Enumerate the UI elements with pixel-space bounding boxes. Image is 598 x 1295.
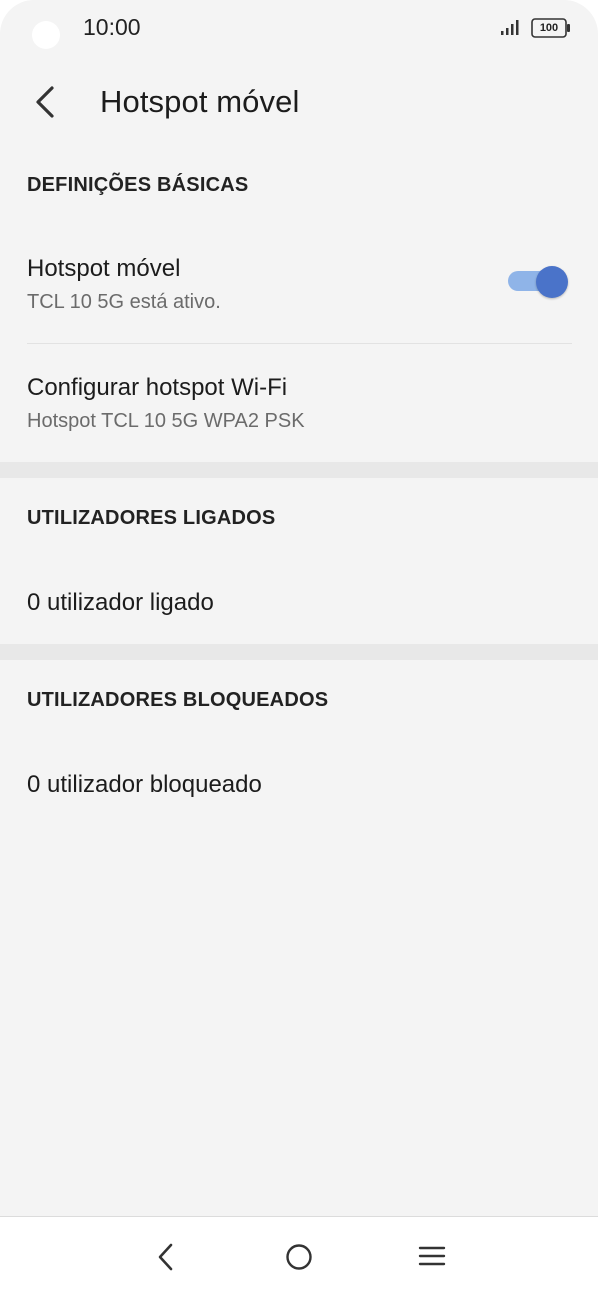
menu-lines-icon	[418, 1246, 446, 1266]
configure-hotspot-subtitle: Hotspot TCL 10 5G WPA2 PSK	[27, 410, 305, 432]
section-separator	[0, 462, 598, 478]
connected-users-item[interactable]: 0 utilizador ligado	[27, 589, 214, 617]
section-header-connected: UTILIZADORES LIGADOS	[27, 507, 276, 529]
camera-cutout	[32, 21, 60, 49]
screen: 10:00 100 Hotspot móvel DEFINIÇÕES BÁSIC…	[0, 0, 598, 1295]
section-header-basic: DEFINIÇÕES BÁSICAS	[27, 174, 249, 196]
home-circle-icon	[286, 1244, 312, 1270]
back-button[interactable]	[24, 80, 68, 124]
back-triangle-icon	[158, 1243, 173, 1271]
divider	[27, 343, 572, 344]
section-header-blocked: UTILIZADORES BLOQUEADOS	[27, 689, 329, 711]
battery-level: 100	[539, 22, 559, 34]
hotspot-status: TCL 10 5G está ativo.	[27, 291, 221, 313]
hotspot-title: Hotspot móvel	[27, 255, 181, 282]
status-bar: 10:00 100	[0, 0, 598, 56]
nav-back-button[interactable]	[146, 1237, 186, 1277]
toggle-thumb	[536, 266, 568, 298]
status-time: 10:00	[83, 14, 141, 40]
nav-menu-button[interactable]	[412, 1237, 452, 1277]
hotspot-toggle[interactable]	[508, 266, 570, 298]
page-title: Hotspot móvel	[100, 84, 300, 119]
signal-icon	[501, 20, 519, 35]
configure-hotspot-title: Configurar hotspot Wi-Fi	[27, 374, 288, 401]
blocked-users-item[interactable]: 0 utilizador bloqueado	[27, 771, 262, 799]
navigation-bar	[0, 1216, 598, 1295]
chevron-left-icon	[36, 86, 54, 118]
section-separator	[0, 644, 598, 660]
nav-home-button[interactable]	[279, 1237, 319, 1277]
